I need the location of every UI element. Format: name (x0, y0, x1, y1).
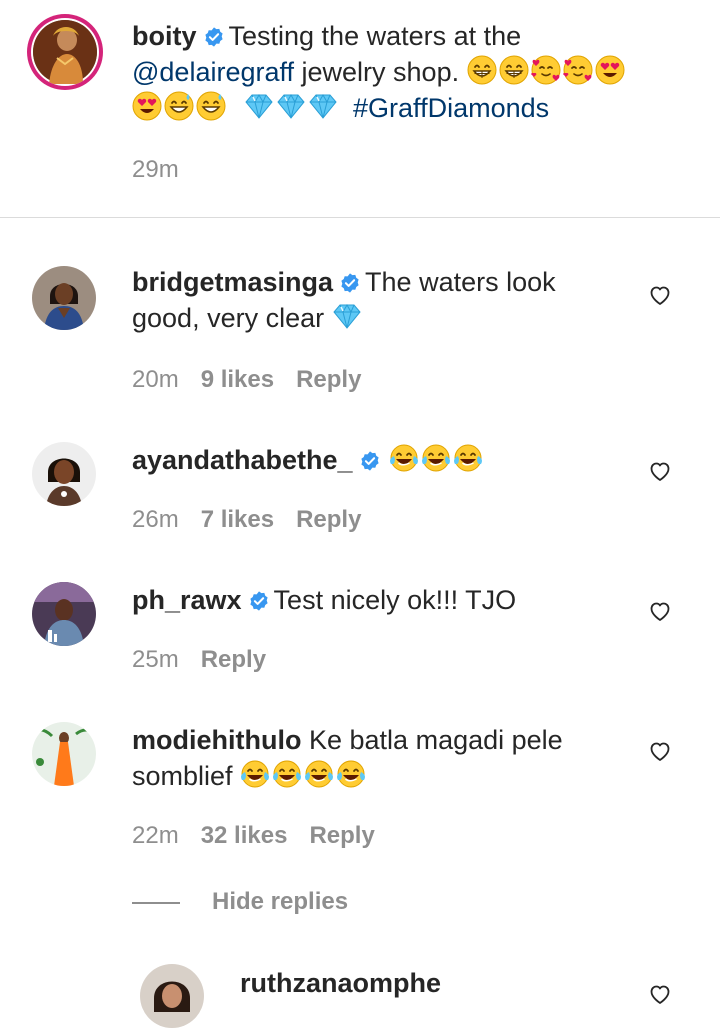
gem-emoji (244, 91, 274, 121)
post-caption: boity Testing the waters at the @delaireg… (132, 18, 692, 126)
avatar-ayandathabethe[interactable] (32, 442, 96, 506)
avatar-ruthzanaomphe[interactable] (140, 964, 204, 1028)
comment-4-text-1: Ke batla magadi pele (309, 725, 563, 755)
reply-preview-username[interactable]: ruthzanaomphe (240, 968, 441, 998)
comment-4-username[interactable]: modiehithulo (132, 725, 301, 755)
tears-of-joy-emoji (240, 759, 270, 789)
sweat-smile-emoji (196, 91, 226, 121)
comment-2-text: ayandathabethe_ (132, 442, 612, 478)
heart-outline-icon[interactable] (648, 982, 672, 1006)
verified-badge-icon (248, 590, 270, 612)
hide-replies-line (132, 902, 180, 904)
comment-3-text-1: Test nicely ok!!! TJO (273, 585, 517, 615)
gem-emoji (308, 91, 338, 121)
comment-3-time: 25m (132, 646, 179, 673)
heart-outline-icon[interactable] (648, 459, 672, 483)
comment-4-text: modiehithulo Ke batla magadi pele sombli… (132, 722, 612, 794)
smiling-hearts-emoji (531, 55, 561, 85)
reply-preview-text: ruthzanaomphe (240, 965, 620, 1001)
comment-2-meta: 26m 7 likes Reply (132, 505, 383, 535)
comment-1-meta: 20m 9 likes Reply (132, 365, 383, 395)
post-hashtag-link[interactable]: #GraffDiamonds (353, 93, 549, 123)
avatar-ph-rawx[interactable] (32, 582, 96, 646)
comment-4-time: 22m (132, 822, 179, 849)
gem-emoji (276, 91, 306, 121)
tears-of-joy-emoji (272, 759, 302, 789)
comment-4-reply-button[interactable]: Reply (309, 822, 374, 849)
heart-outline-icon[interactable] (648, 599, 672, 623)
comment-3-reply-button[interactable]: Reply (201, 646, 266, 673)
comment-3-text: ph_rawx Test nicely ok!!! TJO (132, 582, 612, 618)
post-text-2: jewelry shop. (301, 57, 460, 87)
avatar-bridgetmasinga[interactable] (32, 266, 96, 330)
post-mention-link[interactable]: @delairegraff (132, 57, 294, 87)
comment-4-likes[interactable]: 32 likes (201, 822, 288, 849)
comment-3-username[interactable]: ph_rawx (132, 585, 242, 615)
gem-emoji (332, 301, 362, 331)
avatar-boity[interactable] (31, 18, 99, 86)
heart-outline-icon[interactable] (648, 739, 672, 763)
grinning-emoji (467, 55, 497, 85)
tears-of-joy-emoji (389, 443, 419, 473)
comment-2-likes[interactable]: 7 likes (201, 506, 274, 533)
comment-1-likes[interactable]: 9 likes (201, 366, 274, 393)
verified-badge-icon (203, 26, 225, 48)
comment-2-reply-button[interactable]: Reply (296, 506, 361, 533)
post-text-1: Testing the waters at the (228, 21, 522, 51)
hide-replies-button[interactable]: Hide replies (212, 887, 348, 917)
comment-1-time: 20m (132, 366, 179, 393)
tears-of-joy-emoji (453, 443, 483, 473)
comment-2-username[interactable]: ayandathabethe_ (132, 445, 353, 475)
tears-of-joy-emoji (421, 443, 451, 473)
comment-4-meta: 22m 32 likes Reply (132, 821, 397, 851)
post-timestamp: 29m (132, 156, 179, 183)
smiling-hearts-emoji (563, 55, 593, 85)
comment-1-reply-button[interactable]: Reply (296, 366, 361, 393)
avatar-modiehithulo[interactable] (32, 722, 96, 786)
heart-eyes-emoji (595, 55, 625, 85)
post-divider (0, 217, 720, 218)
comment-1-text-1: The waters look (365, 267, 556, 297)
heart-eyes-emoji (132, 91, 162, 121)
tears-of-joy-emoji (304, 759, 334, 789)
comment-1-username[interactable]: bridgetmasinga (132, 267, 333, 297)
heart-outline-icon[interactable] (648, 283, 672, 307)
verified-badge-icon (359, 450, 381, 472)
grinning-emoji (499, 55, 529, 85)
comment-3-meta: 25m Reply (132, 645, 288, 675)
comment-2-time: 26m (132, 506, 179, 533)
sweat-smile-emoji (164, 91, 194, 121)
comment-4-text-2: somblief (132, 761, 233, 791)
post-username[interactable]: boity (132, 21, 197, 51)
comment-1-text-2: good, very clear (132, 303, 325, 333)
comment-1-text: bridgetmasinga The waters look good, very… (132, 264, 612, 336)
tears-of-joy-emoji (336, 759, 366, 789)
verified-badge-icon (339, 272, 361, 294)
